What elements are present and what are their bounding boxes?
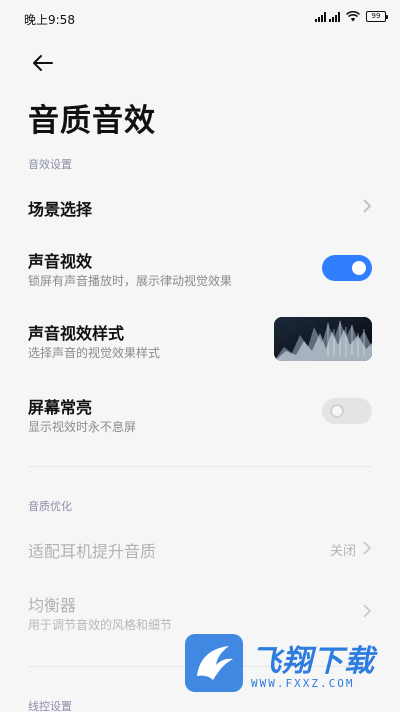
status-icons: 99	[315, 11, 388, 22]
sound-visual-style-subtitle: 选择声音的视觉效果样式	[28, 346, 161, 360]
signal-icon	[315, 11, 340, 22]
divider	[28, 466, 372, 467]
chevron-right-icon	[363, 199, 372, 213]
screen-always-on-toggle[interactable]	[322, 398, 372, 424]
headphone-quality-row[interactable]: 适配耳机提升音质 关闭	[0, 526, 400, 570]
watermark-url: WWW.FXXZ.COM	[251, 677, 355, 690]
wifi-icon	[346, 11, 360, 22]
status-bar: 晚上9:58 99	[0, 0, 400, 36]
back-arrow-icon[interactable]	[28, 48, 58, 78]
status-time: 晚上9:58	[24, 13, 75, 27]
screen-always-on-subtitle: 显示视效时永不息屏	[28, 420, 137, 434]
scene-select-row[interactable]: 场景选择	[0, 182, 400, 230]
site-watermark: 飞翔下载 WWW.FXXZ.COM	[183, 630, 393, 700]
headphone-quality-title: 适配耳机提升音质	[28, 542, 157, 561]
chevron-right-icon	[363, 541, 372, 555]
chevron-right-icon	[363, 604, 372, 618]
equalizer-title: 均衡器	[28, 596, 77, 615]
watermark-logo-icon	[185, 634, 243, 692]
equalizer-subtitle: 用于调节音效的风格和细节	[28, 618, 173, 632]
section-label-wire: 线控设置	[28, 700, 72, 712]
sound-visual-subtitle: 锁屏有声音播放时，展示律动视觉效果	[28, 274, 233, 288]
battery-icon: 99	[366, 11, 388, 22]
section-label-effects: 音效设置	[28, 158, 72, 171]
screen-always-on-row: 屏幕常亮 显示视效时永不息屏	[0, 384, 400, 440]
sound-visual-title: 声音视效	[28, 252, 93, 271]
page-title: 音质音效	[28, 103, 156, 139]
screen-always-on-title: 屏幕常亮	[28, 398, 93, 417]
sound-visual-style-title: 声音视效样式	[28, 324, 125, 343]
scene-select-title: 场景选择	[28, 200, 93, 219]
sound-visual-style-row[interactable]: 声音视效样式 选择声音的视觉效果样式	[0, 310, 400, 368]
visual-style-preview-thumbnail	[274, 317, 372, 361]
sound-visual-row: 声音视效 锁屏有声音播放时，展示律动视觉效果	[0, 240, 400, 296]
watermark-name: 飞翔下载	[251, 644, 375, 679]
section-label-quality: 音质优化	[28, 500, 72, 513]
headphone-quality-value: 关闭	[329, 544, 356, 559]
sound-visual-toggle[interactable]	[322, 255, 372, 281]
